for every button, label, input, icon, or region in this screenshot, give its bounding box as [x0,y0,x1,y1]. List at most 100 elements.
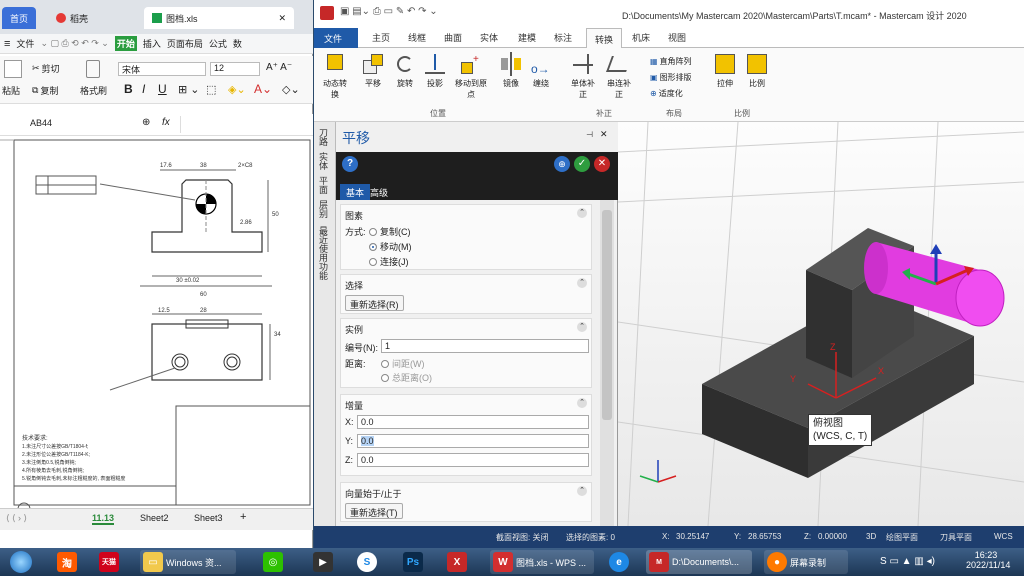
close-tab-icon[interactable]: ✕ [278,13,286,24]
taskbar-wps[interactable]: W 图档.xls - WPS ... [490,550,594,574]
tab-dimension[interactable]: 标注 [554,31,572,44]
start-button[interactable] [4,550,38,574]
reselect-button[interactable]: 重新选择(R) [345,295,404,311]
mirror-button[interactable]: 镜像 [496,52,526,89]
move-to-origin-button[interactable]: + 移动到原点 [452,52,490,100]
scrollbar-thumb[interactable] [602,210,612,420]
number-input[interactable]: 1 [381,339,589,353]
single-offset-button[interactable]: 单体补正 [568,52,598,100]
graphics-viewport[interactable]: Z Y X 俯视图 (WCS, C, T) [617,121,1024,527]
scale-button[interactable]: 比例 [742,52,772,89]
panel-scrollbar[interactable] [600,200,614,526]
pin-icon[interactable]: ⊣ [586,130,593,139]
ie-app[interactable]: e [606,550,632,574]
tab-advanced[interactable]: 高级 [370,186,388,199]
help-icon[interactable]: ? [342,156,358,172]
tab-view[interactable]: 视图 [668,31,686,44]
ok-icon[interactable]: ✓ [574,156,590,172]
close-panel-icon[interactable]: ✕ [600,129,608,140]
side-tab-levels[interactable]: 层别 [318,200,330,218]
formula-input[interactable] [180,116,312,133]
format-painter-label[interactable]: 格式刷 [80,84,107,97]
tab-xls[interactable]: 图档.xls ✕ [144,7,294,29]
xmind-app[interactable]: X [444,550,470,574]
media-app[interactable]: ▶ [310,550,336,574]
tab-home[interactable]: 主页 [372,31,390,44]
font-select[interactable]: 宋体 [118,62,206,76]
taskbar-mastercam[interactable]: M D:\Documents\... [646,550,752,574]
collapse-icon[interactable]: ⌃ [577,208,587,218]
clock[interactable]: 16:23 2022/11/14 [966,550,1010,570]
status-plane[interactable]: 绘图平面 [886,532,918,543]
taobao-app[interactable]: 淘 [54,550,80,574]
tab-home[interactable]: 首页 [2,7,37,29]
y-input[interactable]: 0.0 [357,434,589,448]
side-tab-toolpaths[interactable]: 刀路 [318,128,330,146]
menu-data[interactable]: 数 [233,37,242,50]
tab-daoke[interactable]: 稻壳 [48,7,97,29]
radio-total[interactable]: 总距离(O) [381,371,432,384]
taskbar-explorer[interactable]: ▭ Windows 资... [140,550,236,574]
photoshop-app[interactable]: Ps [400,550,426,574]
status-wcs[interactable]: WCS [994,532,1013,541]
menu-page-layout[interactable]: 页面布局 [167,37,203,50]
sogou-app[interactable]: S [354,550,380,574]
reselect-vector-button[interactable]: 重新选择(T) [345,503,403,519]
radio-join[interactable]: 连接(J) [369,255,409,268]
format-painter-icon[interactable] [86,60,100,78]
wrap-button[interactable]: o→ 缠绕 [526,52,556,89]
paste-label[interactable]: 粘贴 [2,84,20,97]
radio-spacing[interactable]: 间距(W) [381,357,425,370]
collapse-icon[interactable]: ⌃ [577,398,587,408]
z-input[interactable]: 0.0 [357,453,589,467]
project-button[interactable]: 投影 [420,52,450,89]
cut-button[interactable]: ✂ 剪切 [32,62,60,75]
translate-button[interactable]: 平移 [358,52,388,89]
cancel-icon[interactable]: ✕ [594,156,610,172]
tab-machine[interactable]: 机床 [632,31,650,44]
font-color-icon[interactable]: A⌄ [254,82,272,96]
radio-move[interactable]: 移动(M) [369,240,412,253]
side-tab-planes[interactable]: 平面 [318,176,330,194]
wechat-app[interactable]: ◎ [260,550,286,574]
sheet-tab[interactable]: Sheet3 [194,513,223,523]
copy-button[interactable]: ⧉ 复制 [32,84,58,97]
tab-surface[interactable]: 曲面 [444,31,462,44]
tab-solid[interactable]: 实体 [480,31,498,44]
status-mode[interactable]: 3D [866,532,876,541]
tab-model[interactable]: 建模 [518,31,536,44]
chain-offset-button[interactable]: 串连补正 [604,52,634,100]
taskbar-recorder[interactable]: ● 屏幕录制 [764,550,848,574]
bold-button[interactable]: B [124,82,133,96]
border-icon[interactable]: ⊞ ⌄ [178,83,200,96]
menu-arrows-icon[interactable]: ⌄ ▢ ⎙ ⟲ ↶ ↷ ⌄ [40,38,108,49]
sheet-tab-active[interactable]: 11.13 [92,513,115,525]
rect-array-button[interactable]: ▦ 直角阵列 [650,56,692,67]
x-input[interactable]: 0.0 [357,415,589,429]
sheet-tab[interactable]: Sheet2 [140,513,169,523]
menu-formula[interactable]: 公式 [209,37,227,50]
tianmao-app[interactable]: 天猫 [96,550,122,574]
tab-file[interactable]: 文件 [314,28,358,48]
menu-file[interactable]: 文件 [16,37,34,50]
underline-button[interactable]: U [158,82,167,96]
sheet-area[interactable]: 17.6 38 2×C8 50 60 2.86 30 ±0.02 34 12.5… [0,136,313,508]
apply-icon[interactable]: ⊕ [554,156,570,172]
status-section-view[interactable]: 截面视图: 关闭 [496,532,548,543]
merge-icon[interactable]: ⬚ [206,83,216,96]
side-tab-solids[interactable]: 实体 [318,152,330,170]
side-tab-recent[interactable]: 最近使用功能 [318,226,330,280]
menu-insert[interactable]: 插入 [143,37,161,50]
collapse-icon[interactable]: ⌃ [577,322,587,332]
font-grow-icon[interactable]: A⁺ A⁻ [266,62,292,73]
fx-button[interactable]: fx [162,117,170,128]
hamburger-icon[interactable]: ≡ [4,38,10,50]
font-size-select[interactable]: 12 [210,62,260,76]
collapse-icon[interactable]: ⌃ [577,486,587,496]
menu-start[interactable]: 开始 [114,36,137,51]
nesting-button[interactable]: ▣ 图形排版 [650,72,692,83]
collapse-icon[interactable]: ⌃ [577,278,587,288]
rotate-button[interactable]: 旋转 [390,52,420,89]
fit-button[interactable]: ⊕ 适度化 [650,88,683,99]
tray-icons[interactable]: S ▭ ▲ ▥ ◂) [880,556,935,567]
